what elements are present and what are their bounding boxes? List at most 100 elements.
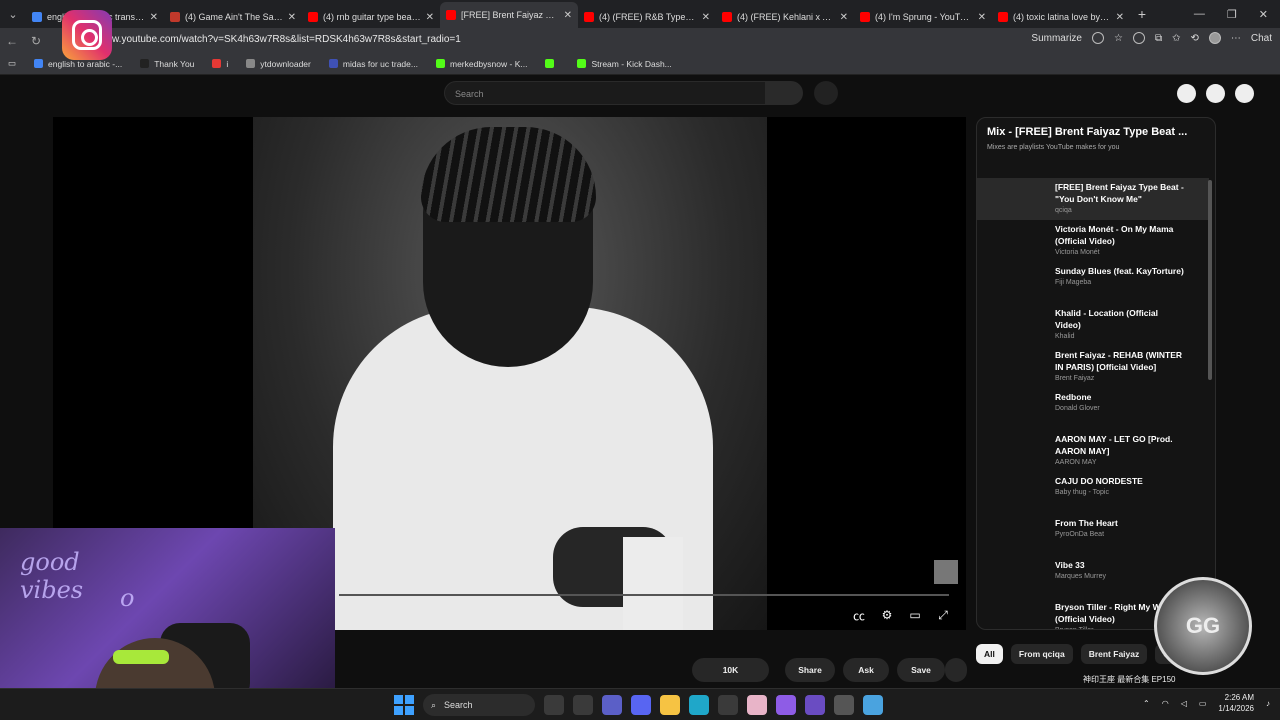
account-avatar[interactable] [1235,84,1254,103]
playlist-item-channel: Fiji Mageba [1055,279,1092,286]
voice-search-button[interactable] [814,81,838,105]
settings-gear-icon[interactable]: ⚙ [880,608,894,622]
share-button[interactable]: Share [785,658,835,682]
tab-favicon-icon [860,12,870,22]
bookmark-item[interactable]: ytdownloader [246,59,311,69]
tab-close-icon[interactable]: ✕ [426,12,434,23]
battery-icon[interactable]: ▭ [1199,699,1207,708]
tab-close-icon[interactable]: ✕ [1116,12,1124,23]
favorites-icon[interactable]: ✩ [1172,33,1180,44]
like-button[interactable]: 10K [692,658,769,682]
playlist-item[interactable]: From The Heart PyroOnDa Beat [977,514,1209,556]
teams-icon[interactable] [602,695,622,715]
header-icons [1177,84,1254,103]
tab-close-icon[interactable]: ✕ [564,10,572,21]
bookmark-item[interactable]: merkedbysnow - K... [435,59,527,69]
playlist-item[interactable]: Khalid - Location (Official Video) Khalid [977,304,1209,346]
tab-close-icon[interactable]: ✕ [702,12,710,23]
bookmark-item[interactable]: english to arabic -... [34,59,122,69]
history-icon[interactable]: ⟲ [1190,33,1198,44]
captions-icon[interactable]: ㏄ [852,608,866,623]
store-icon[interactable] [718,695,738,715]
playlist-item[interactable]: Sunday Blues (feat. KayTorture) Fiji Mage… [977,262,1209,304]
filter-chip[interactable]: All [976,644,1003,664]
url-field[interactable]: w.youtube.com/watch?v=SK4h63w7R8s&list=R… [112,34,461,45]
tab-search-button[interactable]: ⌄ [0,0,26,28]
bookmark-item[interactable]: midas for uc trade... [328,58,418,69]
tab-close-icon[interactable]: ✕ [150,12,158,23]
filter-chip[interactable]: Brent Faiyaz [1080,644,1148,664]
theater-mode-icon[interactable]: ▭ [908,608,922,622]
playlist-title[interactable]: Mix - [FREE] Brent Faiyaz Type Beat ... [987,126,1205,138]
notepad-icon[interactable] [863,695,883,715]
maximize-button[interactable]: ❐ [1227,8,1237,21]
widgets-icon[interactable] [544,695,564,715]
filter-chip[interactable]: From qciqa [1010,644,1073,664]
extension-icon[interactable] [1132,32,1145,44]
chrome-icon[interactable] [834,695,854,715]
search-button[interactable] [766,81,803,105]
taskbar-search[interactable]: ⌕ Search [423,694,535,716]
profile-avatar[interactable] [1208,32,1221,44]
app-icon-purple[interactable] [805,695,825,715]
bookmark-item[interactable]: Thank You [140,59,194,69]
more-actions-button[interactable] [945,658,967,682]
bookmark-item[interactable] [545,59,559,68]
tab-close-icon[interactable]: ✕ [978,12,986,23]
task-view-icon[interactable] [573,695,593,715]
wifi-icon[interactable]: ◠ [1162,699,1169,708]
bookmark-item[interactable]: i [212,59,228,69]
edge-icon[interactable] [689,695,709,715]
minimize-button[interactable]: — [1194,8,1205,20]
notifications-bell-icon[interactable]: ♪ [1266,699,1270,708]
browser-tab[interactable]: (4) (FREE) Kehlani x Aaliyah ✕ [716,6,854,28]
tab-close-icon[interactable]: ✕ [840,12,848,23]
browser-tab[interactable]: (4) rnb guitar type beat - Yo ✕ [302,6,440,28]
playlist-item[interactable]: AARON MAY - LET GO [Prod. AARON MAY] AARO… [977,430,1209,472]
app-icon-pink[interactable] [747,695,767,715]
back-button[interactable]: ← [0,34,24,48]
browser-tab[interactable]: [FREE] Brent Faiyaz Type ✕ [440,2,578,28]
fullscreen-icon[interactable]: ⤢ [936,608,950,622]
playlist-item-channel: Baby thug - Topic [1055,489,1109,496]
sidebar-toggle-icon[interactable]: ▭ [8,58,16,69]
browser-tab[interactable]: (4) (FREE) R&B Type Beat x ✕ [578,6,716,28]
tab-close-icon[interactable]: ✕ [288,12,296,23]
browser-tab[interactable]: (4) Game Ain't The Same by ✕ [164,6,302,28]
browser-tab[interactable]: (4) I'm Sprung - YouTube ✕ [854,6,992,28]
create-icon[interactable] [1177,84,1196,103]
ask-button[interactable]: Ask [843,658,889,682]
team-gg-badge: GG [1154,577,1252,675]
tab-title: (4) (FREE) R&B Type Beat x [599,12,697,22]
copilot-chat-button[interactable]: Chat [1251,33,1272,44]
tray-chevron-icon[interactable]: ⌃ [1143,699,1150,708]
zoom-icon[interactable] [1091,32,1104,44]
copilot-icon[interactable] [776,695,796,715]
summarize-button[interactable]: Summarize [1031,33,1082,44]
reload-button[interactable]: ↻ [24,34,48,48]
close-window-button[interactable]: ✕ [1259,8,1268,21]
search-input[interactable]: Search [444,81,766,105]
notifications-icon[interactable] [1206,84,1225,103]
channel-watermark[interactable] [934,560,958,584]
playlist-item[interactable]: Redbone Donald Glover [977,388,1209,430]
more-icon[interactable]: ⋯ [1231,33,1241,44]
save-button[interactable]: Save [897,658,945,682]
discord-icon[interactable] [631,695,651,715]
clock[interactable]: 2:26 AM 1/14/2026 [1218,692,1254,714]
playlist-item[interactable]: [FREE] Brent Faiyaz Type Beat - "You Don… [977,178,1209,220]
star-icon[interactable]: ☆ [1114,33,1123,44]
bookmark-label: midas for uc trade... [342,58,418,69]
progress-bar[interactable] [339,594,949,596]
split-icon[interactable]: ⧉ [1155,33,1162,44]
playlist-scrollbar[interactable] [1208,180,1212,380]
playlist-item[interactable]: Victoria Monét - On My Mama (Official Vi… [977,220,1209,262]
playlist-item[interactable]: Brent Faiyaz - REHAB (WINTER IN PARIS) [… [977,346,1209,388]
bookmark-item[interactable]: Stream - Kick Dash... [577,59,672,69]
volume-icon[interactable]: ◁ [1181,699,1187,708]
file-explorer-icon[interactable] [660,695,680,715]
playlist-item[interactable]: CAJU DO NORDESTE Baby thug - Topic [977,472,1209,514]
browser-tab[interactable]: (4) toxic latina love by grüb ✕ [992,6,1130,28]
start-button[interactable] [394,695,414,715]
new-tab-button[interactable]: + [1130,6,1154,22]
